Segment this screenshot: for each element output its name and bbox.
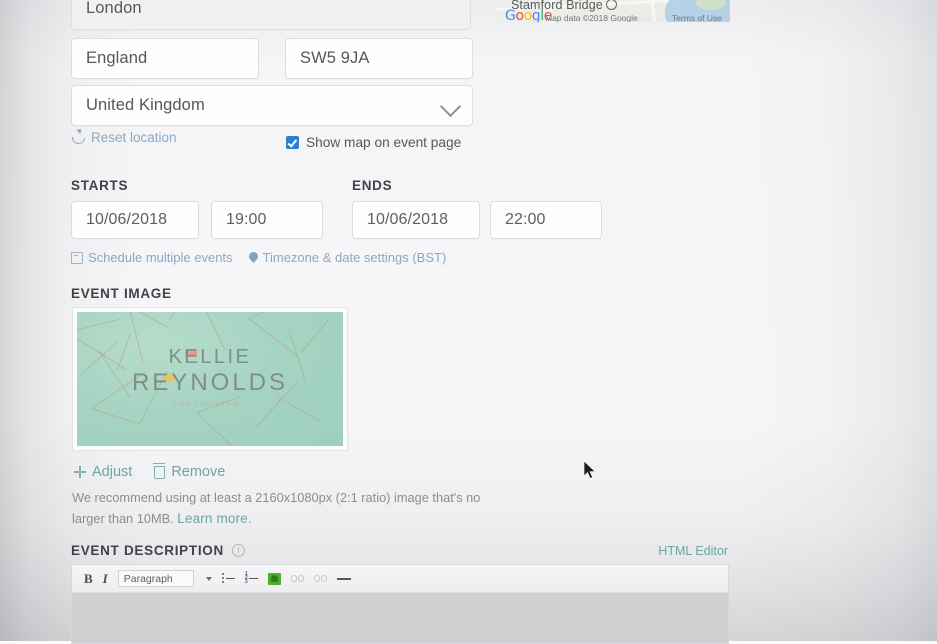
region-value: England xyxy=(86,49,148,67)
schedule-links: Schedule multiple events Timezone & date… xyxy=(71,250,446,265)
google-logo-letter: G xyxy=(505,8,516,22)
starts-date-input[interactable]: 10/06/2018 xyxy=(71,201,199,239)
google-logo-letter: o xyxy=(515,8,524,22)
chevron-down-icon xyxy=(439,95,462,117)
poster-subtitle: PHOTOGRAPHY xyxy=(172,402,248,408)
starts-time-input[interactable]: 19:00 xyxy=(211,201,323,239)
event-image-poster: KELLIE REYNOLDS PHOTOGRAPHY xyxy=(77,312,343,446)
remove-image-button[interactable]: Remove xyxy=(152,462,226,480)
reset-location-button[interactable]: Reset location xyxy=(69,128,177,147)
starts-label: STARTS xyxy=(71,178,129,193)
bullet-list-button[interactable] xyxy=(221,573,235,584)
mouse-cursor xyxy=(583,460,596,479)
timezone-settings-link[interactable]: Timezone & date settings (BST) xyxy=(246,250,447,265)
event-image-hint-period: . xyxy=(247,511,252,526)
postcode-input[interactable]: SW5 9JA xyxy=(285,38,473,79)
paragraph-style-select[interactable]: Paragraph xyxy=(117,570,194,587)
event-image-hint-text: We recommend using at least a 2160x1080p… xyxy=(72,490,481,526)
adjust-label: Adjust xyxy=(92,464,133,480)
event-image-hint: We recommend using at least a 2160x1080p… xyxy=(72,487,492,529)
country-value: United Kingdom xyxy=(86,96,205,114)
event-description-label: EVENT DESCRIPTION xyxy=(71,543,224,558)
show-map-label: Show map on event page xyxy=(306,135,462,150)
location-map[interactable]: Stamford Bridge Google Map data ©2018 Go… xyxy=(497,0,730,22)
bold-button[interactable]: B xyxy=(84,571,93,587)
map-terms-link[interactable]: Terms of Use xyxy=(672,13,722,22)
ends-time-input[interactable]: 22:00 xyxy=(490,201,602,239)
chevron-down-icon[interactable] xyxy=(205,576,212,581)
editor-toolbar: B I Paragraph 123 xyxy=(72,565,728,593)
timezone-settings-label: Timezone & date settings (BST) xyxy=(262,250,447,265)
remove-link-button[interactable] xyxy=(313,574,327,583)
refresh-icon xyxy=(69,128,88,147)
adjust-image-button[interactable]: Adjust xyxy=(74,464,132,480)
numbered-list-button[interactable]: 123 xyxy=(245,571,258,585)
map-pin-icon xyxy=(605,0,617,10)
insert-link-button[interactable] xyxy=(290,574,304,583)
poster-title-line2: REYNOLDS xyxy=(131,369,289,396)
ends-date-value: 10/06/2018 xyxy=(367,211,449,228)
event-image-actions: Adjust Remove xyxy=(74,462,226,480)
insert-image-button[interactable] xyxy=(267,572,281,585)
schedule-multiple-events-link[interactable]: Schedule multiple events xyxy=(71,250,233,265)
italic-button[interactable]: I xyxy=(103,571,108,587)
location-pin-icon xyxy=(246,250,260,263)
remove-label: Remove xyxy=(171,464,226,480)
reset-location-label: Reset location xyxy=(91,130,177,145)
map-attribution: Map data ©2018 Google xyxy=(545,13,638,22)
event-image-label: EVENT IMAGE xyxy=(71,286,172,301)
starts-date-value: 10/06/2018 xyxy=(86,211,168,228)
ends-date-input[interactable]: 10/06/2018 xyxy=(352,201,480,239)
show-map-checkbox[interactable] xyxy=(286,136,299,149)
city-value: London xyxy=(86,0,142,17)
event-description-textarea[interactable] xyxy=(72,593,728,643)
info-icon[interactable]: i xyxy=(232,544,245,557)
country-select[interactable]: United Kingdom xyxy=(71,85,473,126)
event-form: Stamford Bridge Google Map data ©2018 Go… xyxy=(0,0,937,644)
ends-time-value: 22:00 xyxy=(505,211,546,228)
paragraph-style-value: Paragraph xyxy=(123,572,173,585)
ends-label: ENDS xyxy=(352,178,393,193)
google-logo-letter: o xyxy=(523,8,533,22)
city-input[interactable]: London xyxy=(71,0,471,30)
show-map-checkbox-row[interactable]: Show map on event page xyxy=(286,135,461,150)
trash-icon xyxy=(152,462,166,479)
move-icon xyxy=(74,466,86,478)
schedule-multiple-events-label: Schedule multiple events xyxy=(88,250,233,265)
event-image-thumbnail[interactable]: KELLIE REYNOLDS PHOTOGRAPHY xyxy=(72,307,348,451)
html-editor-link[interactable]: HTML Editor xyxy=(658,544,728,558)
poster-title-line1: KELLIE xyxy=(168,346,252,368)
horizontal-rule-button[interactable] xyxy=(336,577,351,580)
calendar-icon xyxy=(71,251,83,264)
region-input[interactable]: England xyxy=(71,38,259,79)
learn-more-link[interactable]: Learn more xyxy=(177,511,248,526)
event-description-editor[interactable]: B I Paragraph 123 xyxy=(71,564,729,644)
starts-time-value: 19:00 xyxy=(226,211,267,228)
postcode-value: SW5 9JA xyxy=(300,49,370,67)
